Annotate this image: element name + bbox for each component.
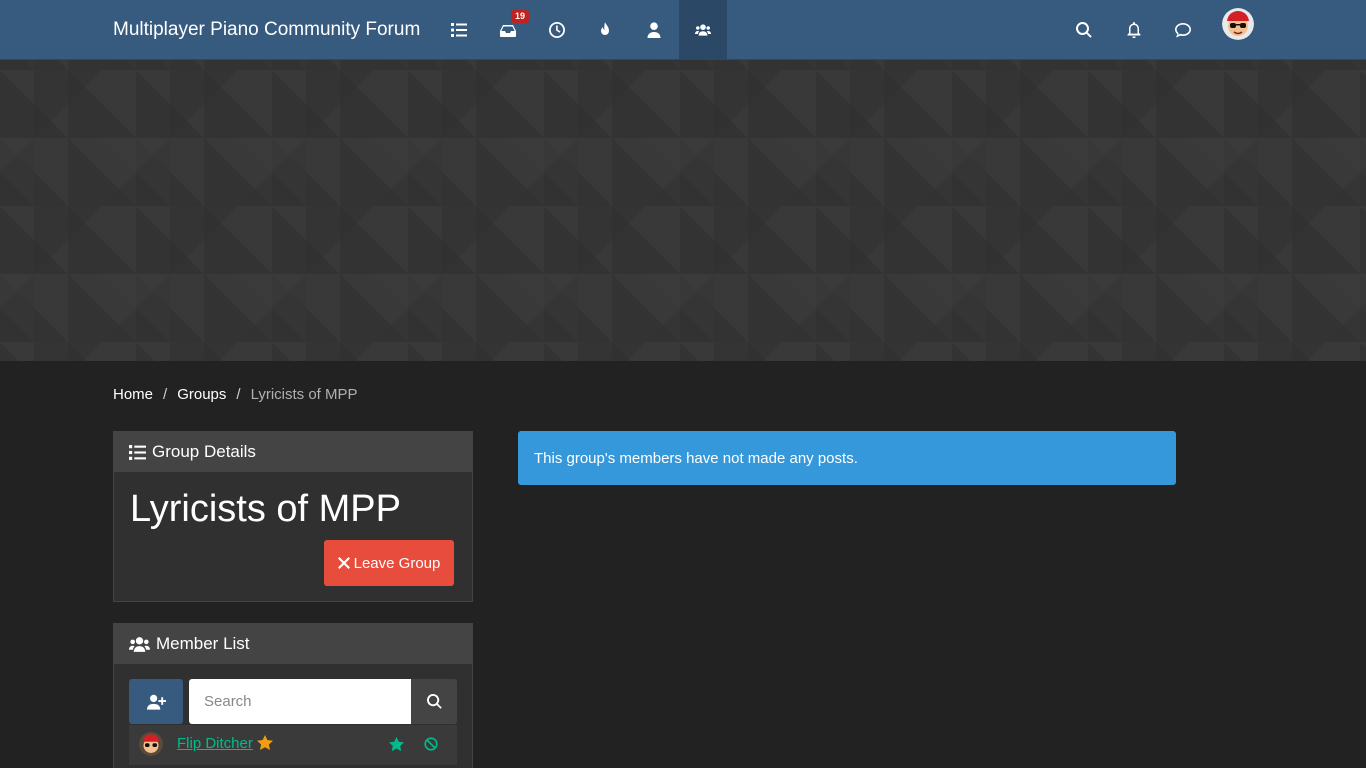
user-plus-icon (146, 694, 166, 710)
member-list-heading: Member List (156, 634, 250, 653)
users-icon (129, 636, 150, 652)
nav-search-button[interactable] (1060, 0, 1108, 60)
nav-groups-button[interactable] (679, 0, 727, 60)
member-search-input[interactable] (189, 679, 412, 724)
leave-group-button[interactable]: Leave Group (324, 540, 454, 586)
avatar (1222, 8, 1254, 40)
nav-chats-button[interactable] (1159, 0, 1207, 60)
navbar: Multiplayer Piano Community Forum 19 (0, 0, 1366, 60)
member-search-button[interactable] (411, 679, 457, 724)
users-icon (695, 24, 711, 36)
member-list-header: Member List (114, 624, 472, 664)
no-posts-alert: This group's members have not made any p… (518, 431, 1176, 485)
fire-icon (601, 22, 609, 35)
member-name-link[interactable]: Flip Ditcher (177, 735, 253, 752)
nav-unread-button[interactable]: 19 (484, 0, 532, 60)
breadcrumb-current: Lyricists of MPP (250, 386, 358, 403)
breadcrumb: Home / Groups / Lyricists of MPP (113, 386, 358, 403)
group-details-heading: Group Details (152, 442, 256, 461)
group-title: Lyricists of MPP (130, 488, 401, 530)
add-member-button[interactable] (129, 679, 183, 724)
user-avatar-button[interactable] (1222, 8, 1254, 40)
member-row: Flip Ditcher (129, 725, 457, 765)
search-icon (1076, 22, 1092, 38)
avatar (139, 732, 163, 756)
inbox-icon (500, 25, 516, 37)
group-details-header: Group Details (114, 432, 472, 472)
member-avatar[interactable] (139, 732, 163, 756)
group-details-panel: Group Details Lyricists of MPP Leave Gro… (113, 431, 473, 602)
bell-icon (1127, 22, 1141, 38)
search-icon (426, 694, 442, 709)
member-list-panel: Member List Flip Ditcher (113, 623, 473, 768)
promote-star-icon[interactable] (389, 737, 404, 752)
clock-icon (549, 22, 565, 38)
nav-popular-button[interactable] (581, 0, 629, 60)
forum-brand-link[interactable]: Multiplayer Piano Community Forum (113, 0, 420, 60)
nav-users-button[interactable] (630, 0, 678, 60)
nav-notifications-button[interactable] (1110, 0, 1158, 60)
unread-count-badge: 19 (511, 10, 530, 23)
breadcrumb-groups-link[interactable]: Groups (177, 386, 226, 403)
cover-pattern (0, 60, 1366, 361)
close-icon (337, 557, 350, 569)
list-icon (129, 444, 146, 460)
nav-recent-button[interactable] (533, 0, 581, 60)
group-cover-image (0, 60, 1366, 361)
user-icon (647, 22, 661, 38)
leave-group-label: Leave Group (353, 554, 441, 572)
breadcrumb-separator: / (236, 386, 241, 403)
list-icon (451, 23, 467, 37)
breadcrumb-home-link[interactable]: Home (113, 386, 153, 403)
nav-categories-button[interactable] (435, 0, 483, 60)
no-posts-message: This group's members have not made any p… (534, 449, 858, 467)
kick-ban-icon[interactable] (424, 737, 438, 751)
breadcrumb-separator: / (163, 386, 168, 403)
owner-star-icon (257, 735, 273, 750)
comment-icon (1175, 23, 1191, 38)
